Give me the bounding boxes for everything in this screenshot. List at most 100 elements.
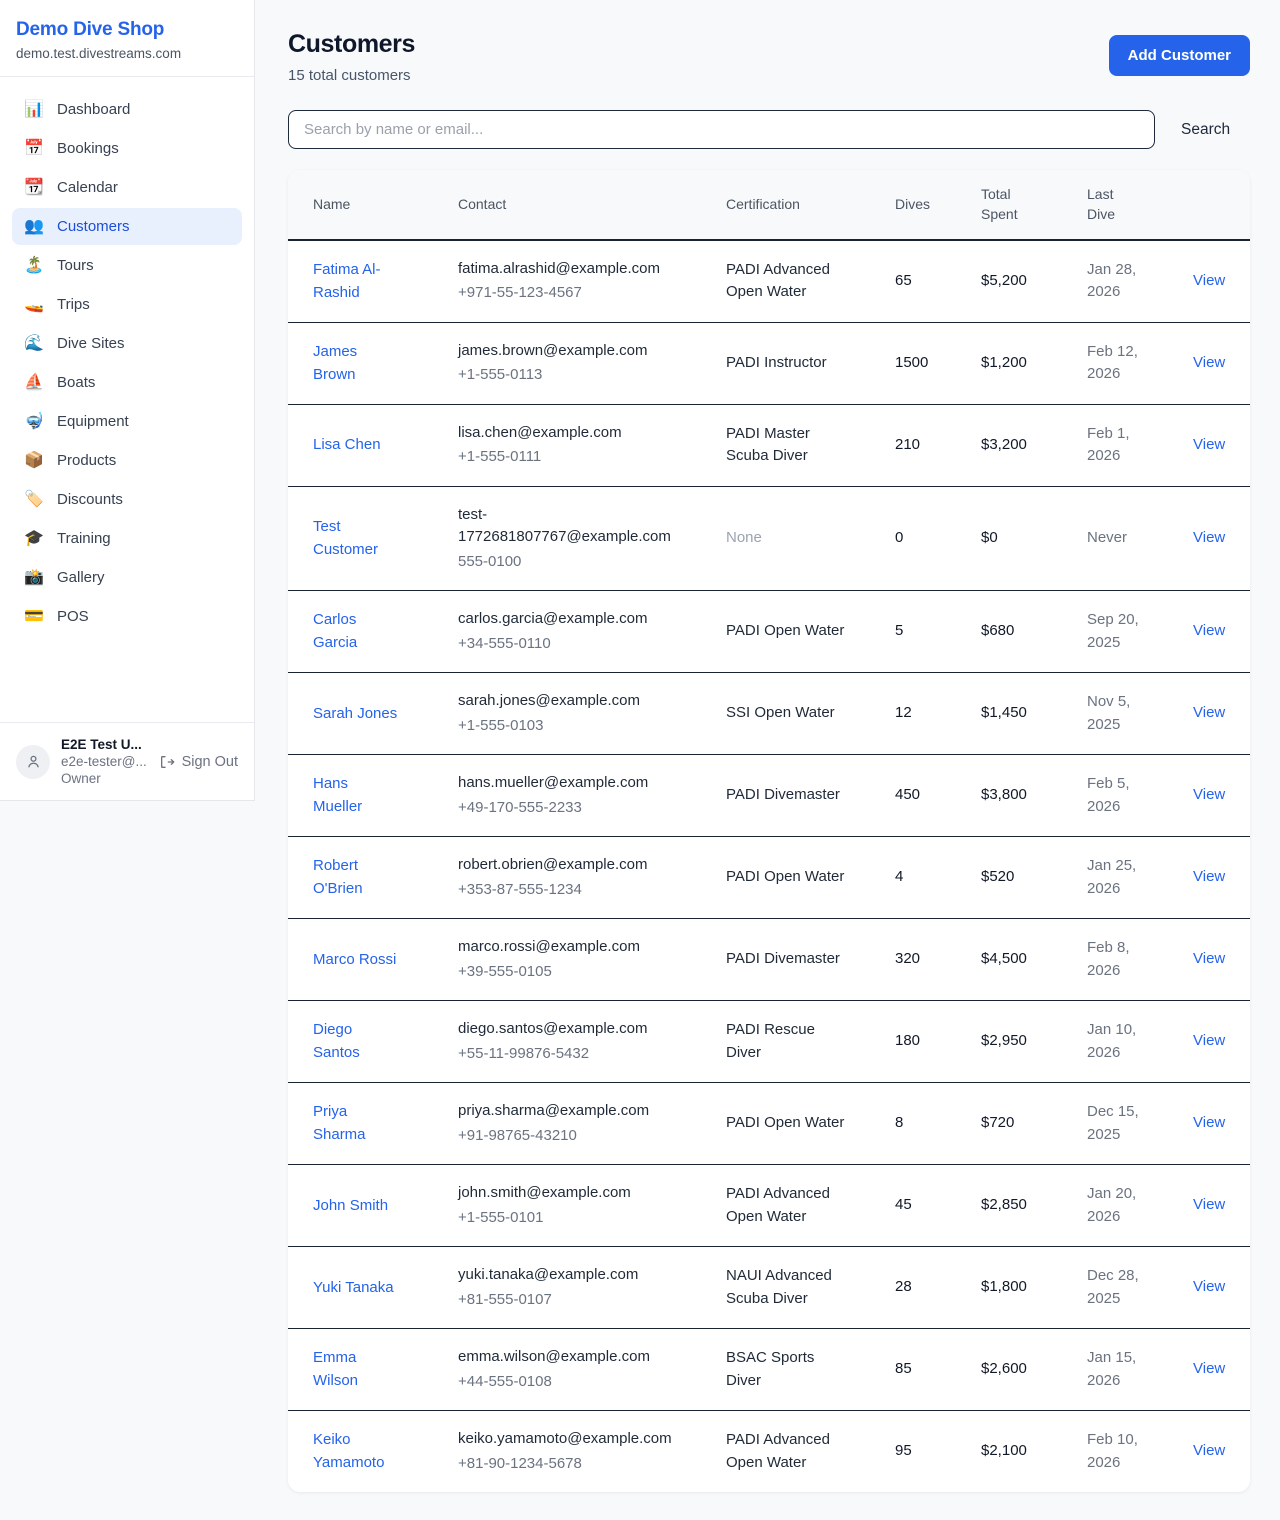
sidebar-item-dashboard[interactable]: 📊 Dashboard xyxy=(12,91,242,128)
view-link[interactable]: View xyxy=(1193,1032,1225,1049)
customer-last-dive: Feb 5, 2026 xyxy=(1087,775,1130,815)
customer-dives: 1500 xyxy=(895,354,928,371)
customer-phone: +49-170-555-2233 xyxy=(458,797,694,820)
customer-name-link[interactable]: Yuki Tanaka xyxy=(313,1276,394,1299)
sidebar-item-label: Bookings xyxy=(57,140,119,157)
customer-name-link[interactable]: James Brown xyxy=(313,340,401,387)
customer-name-link[interactable]: Marco Rossi xyxy=(313,948,396,971)
sign-out-button[interactable]: Sign Out xyxy=(159,754,238,770)
sidebar-item-bookings[interactable]: 📅 Bookings xyxy=(12,130,242,167)
customer-total-spent: $0 xyxy=(981,529,998,546)
table-row: Lisa Chen lisa.chen@example.com +1-555-0… xyxy=(288,404,1250,486)
column-header-contact: Contact xyxy=(442,170,710,240)
customer-name-link[interactable]: Lisa Chen xyxy=(313,433,381,456)
customer-name-link[interactable]: Hans Mueller xyxy=(313,772,401,819)
customer-dives: 210 xyxy=(895,436,920,453)
customer-name-link[interactable]: Diego Santos xyxy=(313,1018,401,1065)
customer-last-dive: Feb 12, 2026 xyxy=(1087,343,1138,383)
customer-phone: +81-90-1234-5678 xyxy=(458,1453,694,1476)
search-input[interactable] xyxy=(288,110,1155,149)
customer-name-link[interactable]: Test Customer xyxy=(313,515,401,562)
table-row: Marco Rossi marco.rossi@example.com +39-… xyxy=(288,919,1250,1001)
customer-last-dive: Feb 1, 2026 xyxy=(1087,425,1130,465)
sidebar-item-equipment[interactable]: 🤿 Equipment xyxy=(12,403,242,440)
customer-name-link[interactable]: Robert O'Brien xyxy=(313,854,401,901)
customer-name-link[interactable]: John Smith xyxy=(313,1194,388,1217)
sidebar-header: Demo Dive Shop demo.test.divestreams.com xyxy=(0,0,254,77)
sidebar-item-boats[interactable]: ⛵ Boats xyxy=(12,364,242,401)
sidebar-item-tours[interactable]: 🏝️ Tours xyxy=(12,247,242,284)
search-button[interactable]: Search xyxy=(1155,121,1250,139)
customer-email: james.brown@example.com xyxy=(458,340,694,363)
view-link[interactable]: View xyxy=(1193,622,1225,639)
view-link[interactable]: View xyxy=(1193,950,1225,967)
customer-email: keiko.yamamoto@example.com xyxy=(458,1428,694,1451)
sidebar-item-label: Trips xyxy=(57,296,90,313)
view-link[interactable]: View xyxy=(1193,786,1225,803)
customer-email: fatima.alrashid@example.com xyxy=(458,258,694,281)
customer-email: carlos.garcia@example.com xyxy=(458,608,694,631)
sidebar-item-label: Boats xyxy=(57,374,95,391)
sidebar-item-pos[interactable]: 💳 POS xyxy=(12,598,242,635)
view-link[interactable]: View xyxy=(1193,704,1225,721)
view-link[interactable]: View xyxy=(1193,868,1225,885)
sidebar-item-training[interactable]: 🎓 Training xyxy=(12,520,242,557)
sign-out-label: Sign Out xyxy=(182,754,238,770)
sidebar-item-discounts[interactable]: 🏷️ Discounts xyxy=(12,481,242,518)
customer-dives: 8 xyxy=(895,1114,903,1131)
customer-phone: +353-87-555-1234 xyxy=(458,879,694,902)
view-link[interactable]: View xyxy=(1193,529,1225,546)
customer-phone: +39-555-0105 xyxy=(458,961,694,984)
customer-name-link[interactable]: Sarah Jones xyxy=(313,702,397,725)
customer-total-spent: $5,200 xyxy=(981,272,1027,289)
view-link[interactable]: View xyxy=(1193,354,1225,371)
sidebar-item-dive-sites[interactable]: 🌊 Dive Sites xyxy=(12,325,242,362)
label-tag-icon: 🏷️ xyxy=(24,492,44,508)
view-link[interactable]: View xyxy=(1193,1278,1225,1295)
sidebar-item-label: Products xyxy=(57,452,116,469)
sidebar-item-label: Dive Sites xyxy=(57,335,125,352)
customer-count: 15 total customers xyxy=(288,67,415,84)
customer-name-link[interactable]: Fatima Al-Rashid xyxy=(313,258,401,305)
customer-email: diego.santos@example.com xyxy=(458,1018,694,1041)
view-link[interactable]: View xyxy=(1193,1196,1225,1213)
customer-dives: 28 xyxy=(895,1278,912,1295)
customer-certification: PADI Advanced Open Water xyxy=(726,1429,852,1474)
sidebar-item-label: Dashboard xyxy=(57,101,130,118)
sidebar-item-products[interactable]: 📦 Products xyxy=(12,442,242,479)
bar-chart-icon: 📊 xyxy=(24,102,44,118)
customer-last-dive: Sep 20, 2025 xyxy=(1087,611,1139,651)
view-link[interactable]: View xyxy=(1193,272,1225,289)
customer-last-dive: Feb 8, 2026 xyxy=(1087,939,1130,979)
view-link[interactable]: View xyxy=(1193,436,1225,453)
customer-total-spent: $3,800 xyxy=(981,786,1027,803)
credit-card-icon: 💳 xyxy=(24,609,44,625)
customer-certification: PADI Instructor xyxy=(726,352,827,375)
sidebar-item-gallery[interactable]: 📸 Gallery xyxy=(12,559,242,596)
customer-last-dive: Feb 10, 2026 xyxy=(1087,1431,1138,1471)
tear-off-calendar-icon: 📆 xyxy=(24,180,44,196)
customer-phone: +1-555-0103 xyxy=(458,715,694,738)
customer-email: yuki.tanaka@example.com xyxy=(458,1264,694,1287)
customer-dives: 5 xyxy=(895,622,903,639)
customer-name-link[interactable]: Carlos Garcia xyxy=(313,608,401,655)
view-link[interactable]: View xyxy=(1193,1114,1225,1131)
customer-dives: 450 xyxy=(895,786,920,803)
customer-phone: +81-555-0107 xyxy=(458,1289,694,1312)
add-customer-button[interactable]: Add Customer xyxy=(1109,35,1250,76)
sidebar-item-customers[interactable]: 👥 Customers xyxy=(12,208,242,245)
column-header-actions xyxy=(1177,170,1250,240)
column-header-name: Name xyxy=(288,170,442,240)
view-link[interactable]: View xyxy=(1193,1360,1225,1377)
sidebar-item-trips[interactable]: 🚤 Trips xyxy=(12,286,242,323)
customer-certification: PADI Master Scuba Diver xyxy=(726,423,852,468)
user-email: e2e-tester@... xyxy=(61,754,147,769)
sidebar-item-calendar[interactable]: 📆 Calendar xyxy=(12,169,242,206)
customer-name-link[interactable]: Emma Wilson xyxy=(313,1346,401,1393)
customer-name-link[interactable]: Priya Sharma xyxy=(313,1100,401,1147)
customer-name-link[interactable]: Keiko Yamamoto xyxy=(313,1428,401,1475)
customer-certification: PADI Open Water xyxy=(726,620,844,643)
customer-certification: PADI Divemaster xyxy=(726,784,840,807)
view-link[interactable]: View xyxy=(1193,1442,1225,1459)
customer-dives: 4 xyxy=(895,868,903,885)
